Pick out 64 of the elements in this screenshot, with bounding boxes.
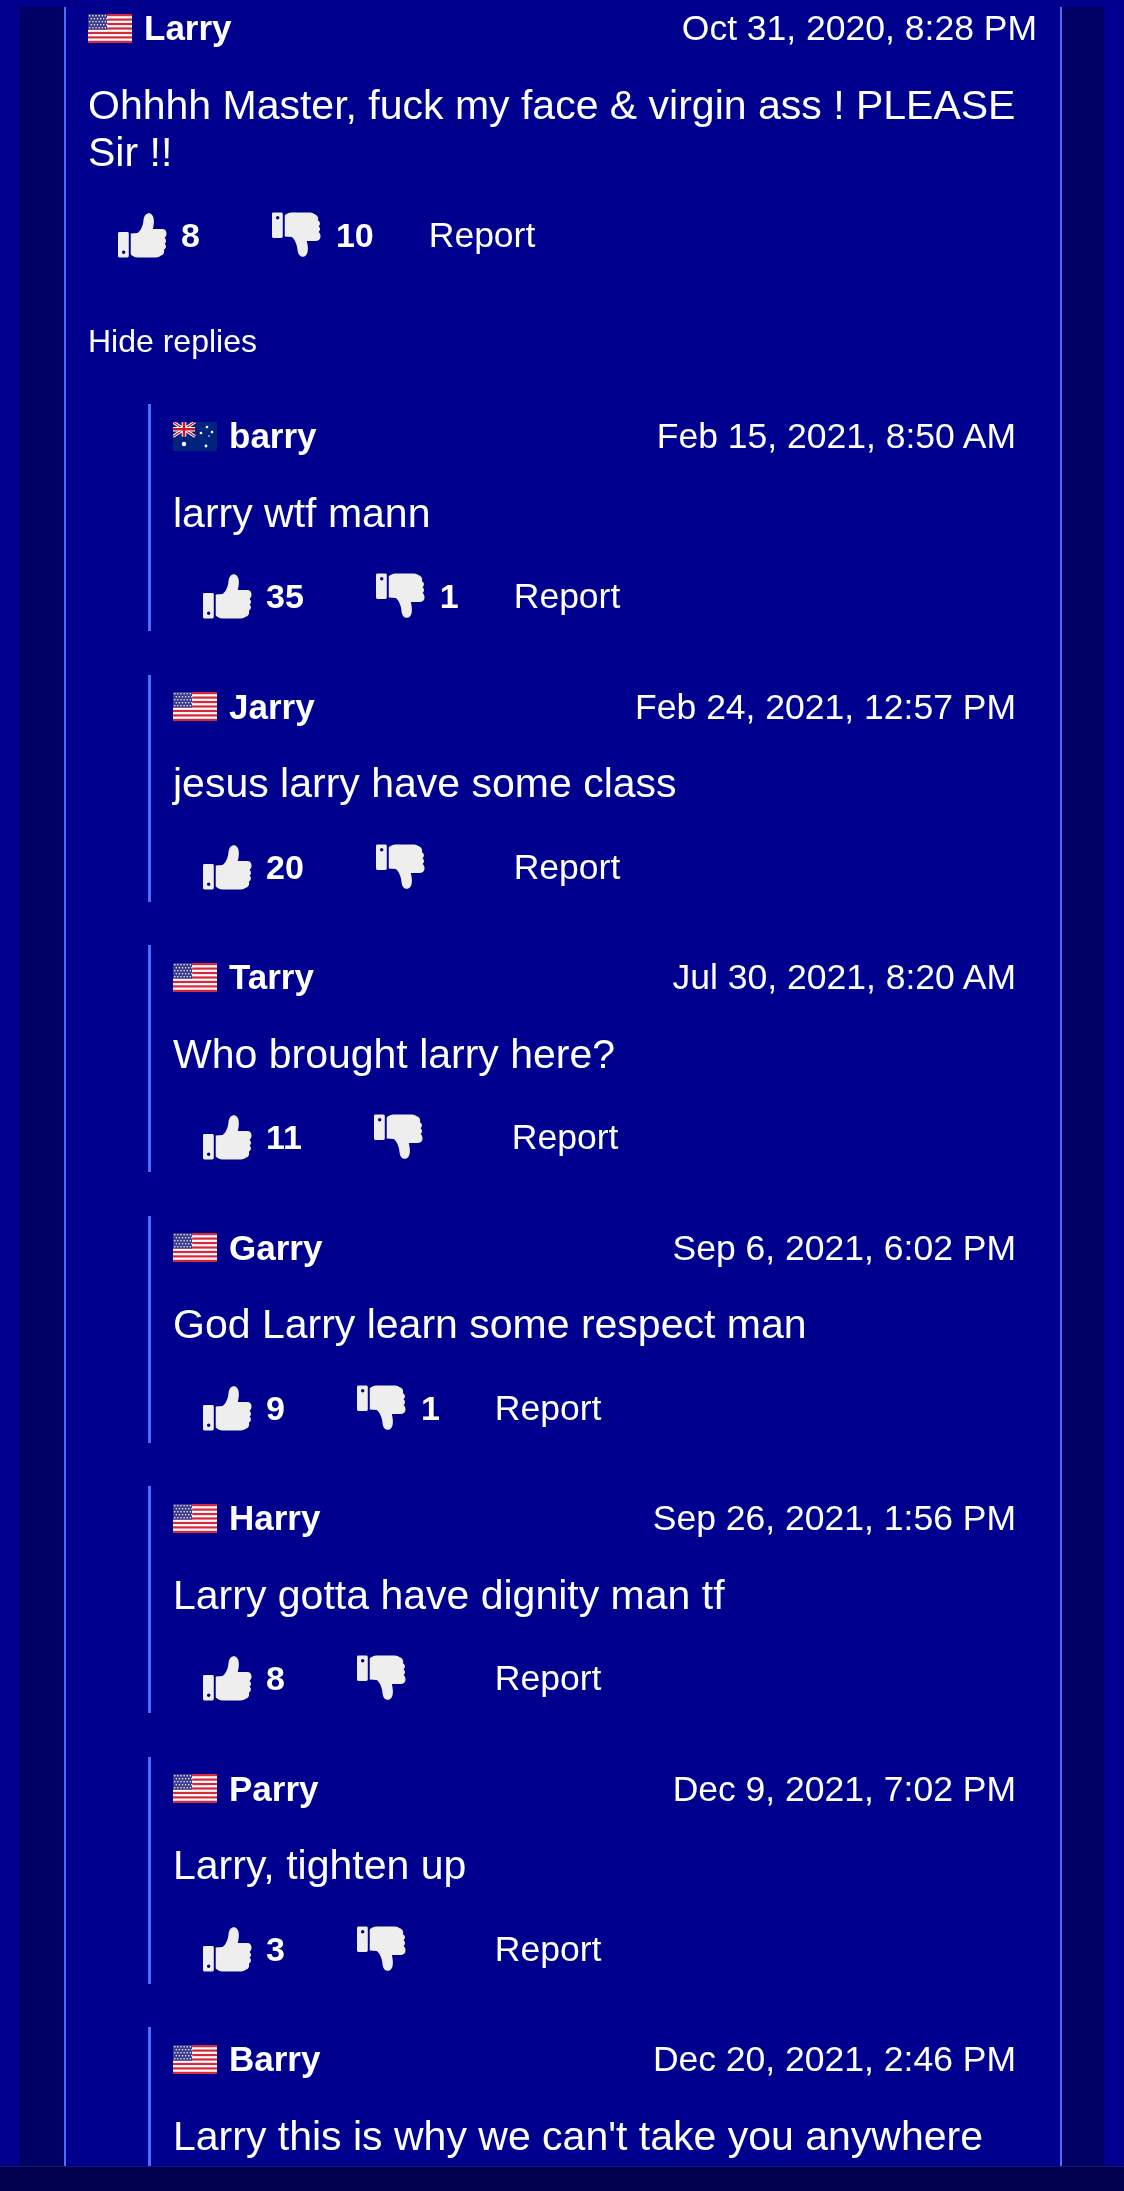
comment-text: jesus larry have some class xyxy=(173,760,678,807)
flag-icon xyxy=(173,1233,217,1262)
comment-text: larry wtf mann xyxy=(173,489,432,537)
flag-icon xyxy=(88,13,132,43)
report-link[interactable]: Report xyxy=(513,575,621,617)
comment-date: Sep 26, 2021, 1:56 PM xyxy=(652,1497,1016,1539)
author-name: Jarry xyxy=(229,685,315,728)
comment-date: Oct 31, 2020, 8:28 PM xyxy=(681,7,1037,49)
report-link[interactable]: Report xyxy=(513,845,621,888)
flag-icon xyxy=(173,1503,217,1533)
author-name: barry xyxy=(229,415,317,457)
thumbs-up-icon[interactable] xyxy=(203,843,252,890)
author-name: Larry xyxy=(144,7,232,49)
comment-date: Feb 24, 2021, 12:57 PM xyxy=(635,685,1016,728)
thumbs-down-icon[interactable] xyxy=(356,1925,406,1972)
comment-date: Dec 20, 2021, 2:46 PM xyxy=(652,2038,1016,2080)
like-count: 20 xyxy=(266,846,304,887)
like-count: 9 xyxy=(266,1387,285,1428)
thumbs-up-icon[interactable] xyxy=(203,573,252,619)
comment-text: Larry this is why we can't take you anywhere xyxy=(173,2112,984,2160)
flag-icon xyxy=(173,962,217,992)
author-name: Garry xyxy=(229,1226,323,1269)
report-link[interactable]: Report xyxy=(494,1386,602,1429)
thumbs-down-icon[interactable] xyxy=(375,843,425,890)
thumbs-up-icon[interactable] xyxy=(203,1925,252,1972)
like-count: 35 xyxy=(266,576,304,616)
comment-date: Jul 30, 2021, 8:20 AM xyxy=(672,956,1016,998)
author-name: Tarry xyxy=(229,956,314,998)
flag-icon xyxy=(173,1774,217,1803)
like-count: 11 xyxy=(266,1117,302,1157)
like-count: 8 xyxy=(181,215,200,255)
comment-date: Feb 15, 2021, 8:50 AM xyxy=(656,415,1016,457)
report-link[interactable]: Report xyxy=(494,1927,602,1970)
flag-icon xyxy=(173,692,217,721)
dislike-count: 1 xyxy=(420,1387,440,1428)
thumbs-down-icon[interactable] xyxy=(375,573,425,619)
report-link[interactable]: Report xyxy=(511,1116,619,1158)
thumbs-up-icon[interactable] xyxy=(118,212,167,258)
hide-replies-link[interactable]: Hide replies xyxy=(88,322,257,360)
comment-text: Larry gotta have dignity man tf xyxy=(173,1571,726,1619)
comment-text: Ohhhh Master, fuck my face & virgin ass ! PLEASE Sir !! xyxy=(88,81,1017,176)
like-count: 3 xyxy=(266,1928,285,1969)
dislike-count: 10 xyxy=(335,215,374,255)
thumbs-down-icon[interactable] xyxy=(373,1114,423,1160)
dislike-count: 1 xyxy=(439,576,459,616)
report-link[interactable]: Report xyxy=(428,214,536,256)
report-link[interactable]: Report xyxy=(494,1657,602,1699)
comment-date: Sep 6, 2021, 6:02 PM xyxy=(672,1226,1016,1269)
thumbs-down-icon[interactable] xyxy=(356,1655,406,1701)
comment-date: Dec 9, 2021, 7:02 PM xyxy=(672,1767,1016,1810)
flag-icon xyxy=(173,421,217,451)
author-name: Barry xyxy=(229,2038,321,2080)
author-name: Parry xyxy=(229,1767,319,1810)
comment-text: Who brought larry here? xyxy=(173,1030,617,1078)
thumbs-up-icon[interactable] xyxy=(203,1384,252,1431)
like-count: 8 xyxy=(266,1658,285,1698)
thumbs-up-icon[interactable] xyxy=(203,1655,252,1701)
thumbs-down-icon[interactable] xyxy=(271,212,321,258)
comment-text: God Larry learn some respect man xyxy=(173,1301,808,1348)
thumbs-up-icon[interactable] xyxy=(203,1114,252,1160)
flag-icon xyxy=(173,2044,217,2074)
comment-text: Larry, tighten up xyxy=(173,1842,468,1889)
thumbs-down-icon[interactable] xyxy=(356,1384,406,1431)
author-name: Harry xyxy=(229,1497,321,1539)
